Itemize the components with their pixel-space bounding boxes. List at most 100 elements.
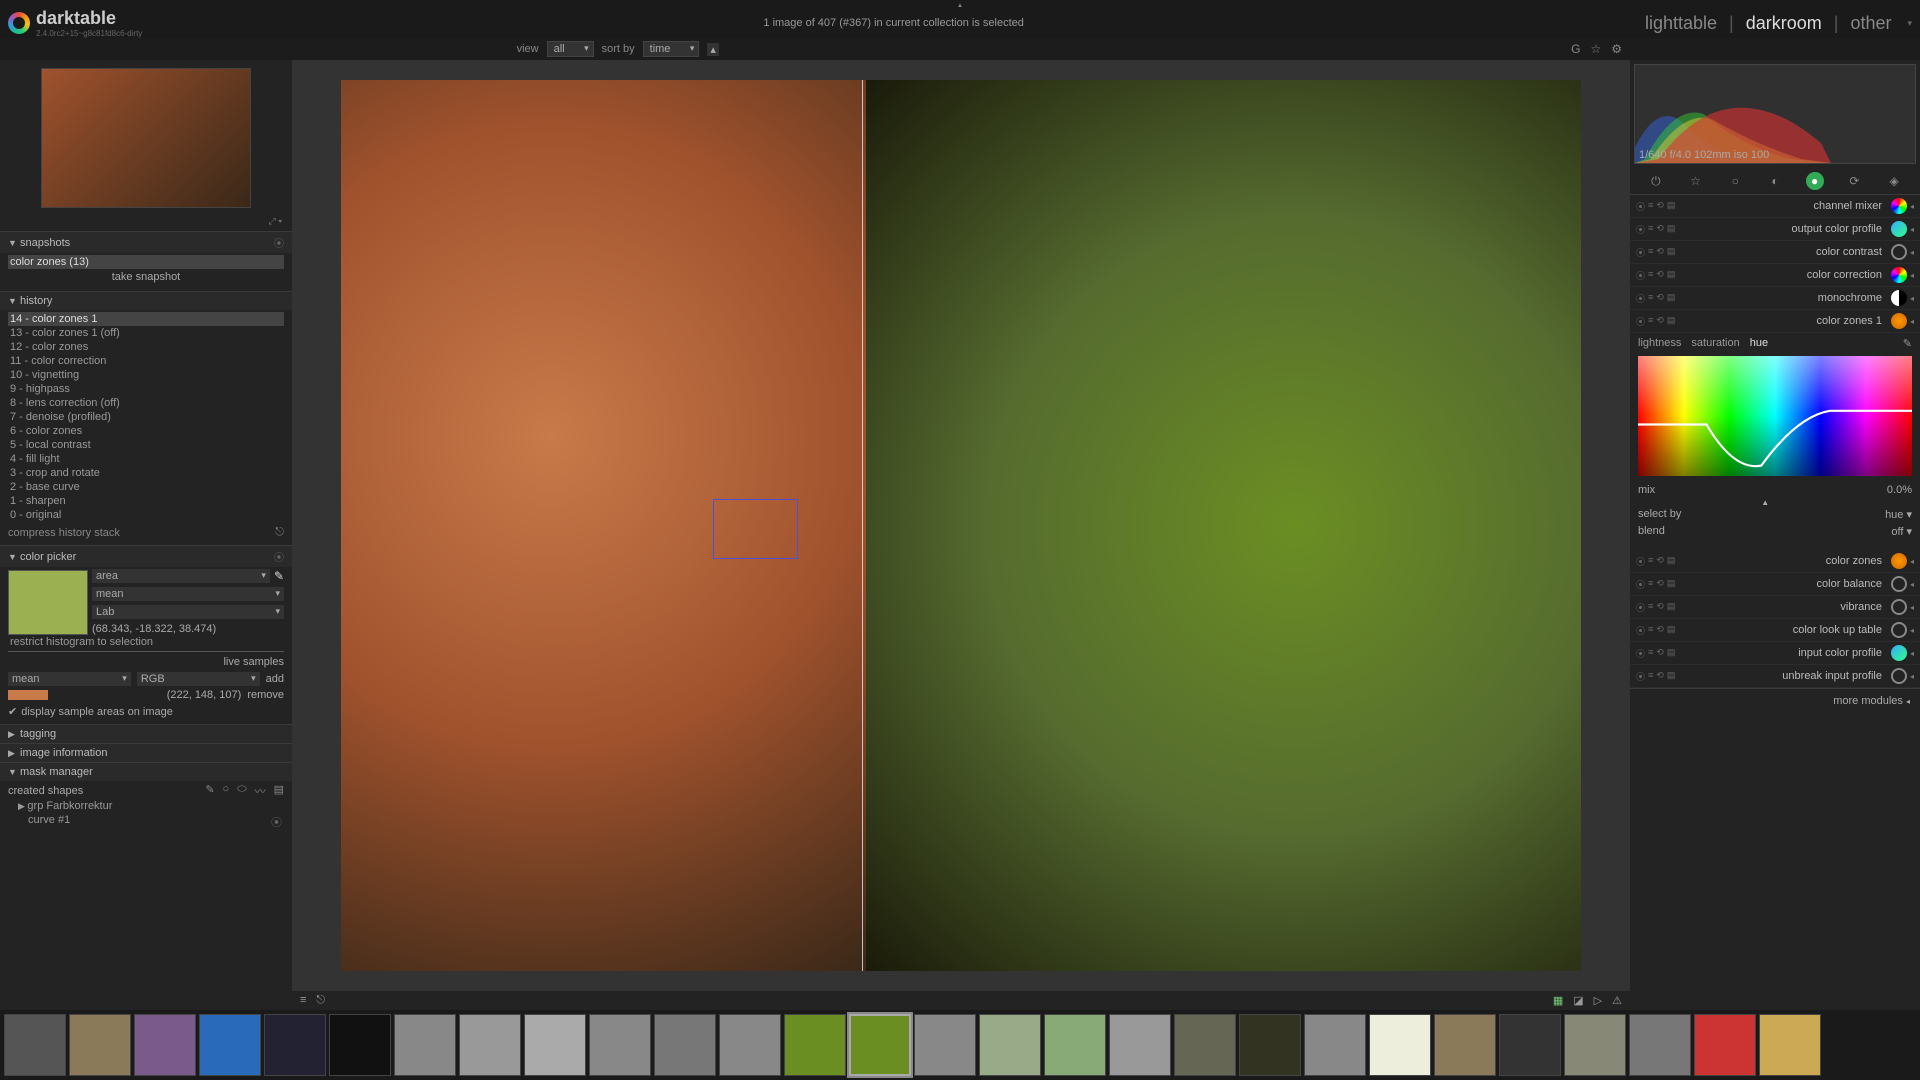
module-preset-icon[interactable]: ▤ (1667, 223, 1676, 236)
module-switch-icon[interactable]: ⦿ (1636, 200, 1645, 213)
history-item[interactable]: 12 - color zones (8, 340, 284, 354)
tab-saturation[interactable]: saturation (1691, 337, 1739, 350)
module-reset-icon[interactable]: ⟲ (1656, 578, 1664, 591)
module-multi-icon[interactable]: ≡ (1648, 578, 1653, 591)
module-switch-icon[interactable]: ⦿ (1636, 601, 1645, 614)
filmstrip-thumb[interactable] (264, 1014, 326, 1076)
picker-space-dropdown[interactable]: Lab (92, 605, 284, 619)
picker-stat-dropdown[interactable]: mean (92, 587, 284, 601)
overexposed-icon[interactable]: ▦ (1553, 994, 1563, 1007)
filmstrip-thumb[interactable] (329, 1014, 391, 1076)
module-multi-icon[interactable]: ≡ (1648, 246, 1653, 259)
history-item[interactable]: 10 - vignetting (8, 368, 284, 382)
module-expand-icon[interactable]: ◂ (1910, 202, 1914, 211)
mask-curve-item[interactable]: curve #1 ⦿ (8, 813, 284, 831)
history-item[interactable]: 1 - sharpen (8, 494, 284, 508)
history-item[interactable]: 14 - color zones 1 (8, 312, 284, 326)
module-expand-icon[interactable]: ◂ (1910, 649, 1914, 658)
filmstrip-thumb[interactable] (524, 1014, 586, 1076)
module-switch-icon[interactable]: ⦿ (1636, 246, 1645, 259)
star-icon[interactable]: ☆ (1590, 42, 1601, 56)
history-item[interactable]: 11 - color correction (8, 354, 284, 368)
filmstrip-thumb[interactable] (654, 1014, 716, 1076)
module-effect-icon[interactable]: ◈ (1885, 172, 1903, 190)
imageinfo-header[interactable]: ▶ image information (0, 744, 292, 762)
module-expand-icon[interactable]: ◂ (1910, 672, 1914, 681)
filmstrip-thumb[interactable] (1109, 1014, 1171, 1076)
checkbox-icon[interactable]: ✔ (8, 705, 17, 718)
module-preset-icon[interactable]: ▤ (1667, 269, 1676, 282)
module-multi-icon[interactable]: ≡ (1648, 555, 1653, 568)
gamut-icon[interactable]: ◪ (1573, 994, 1583, 1007)
color-sample-region[interactable] (713, 499, 798, 559)
warning-icon[interactable]: ⚠ (1612, 994, 1622, 1007)
tab-hue[interactable]: hue (1750, 337, 1768, 350)
view-dropdown[interactable]: all (547, 41, 594, 57)
module-correct-icon[interactable]: ⟳ (1845, 172, 1863, 190)
module-expand-icon[interactable]: ◂ (1910, 271, 1914, 280)
chevron-down-icon[interactable]: ▾ (1907, 18, 1912, 29)
filmstrip[interactable] (0, 1010, 1920, 1080)
history-item[interactable]: 7 - denoise (profiled) (8, 410, 284, 424)
module-unbreak-input-profile[interactable]: ⦿≡⟲▤unbreak input profile◂ (1630, 665, 1920, 688)
module-expand-icon[interactable]: ◂ (1910, 317, 1914, 326)
module-multi-icon[interactable]: ≡ (1648, 200, 1653, 213)
module-multi-icon[interactable]: ≡ (1648, 269, 1653, 282)
module-tone-icon[interactable]: ◐ (1766, 172, 1784, 190)
add-sample-button[interactable]: add (266, 673, 284, 685)
path-icon[interactable]: 〰 (255, 783, 266, 799)
module-color-icon[interactable]: ● (1806, 172, 1824, 190)
module-switch-icon[interactable]: ⦿ (1636, 670, 1645, 683)
sort-dropdown[interactable]: time (643, 41, 700, 57)
filmstrip-thumb[interactable] (394, 1014, 456, 1076)
module-expand-icon[interactable]: ◂ (1910, 294, 1914, 303)
module-switch-icon[interactable]: ⦿ (1636, 578, 1645, 591)
view-lighttable[interactable]: lighttable (1645, 13, 1717, 34)
filmstrip-thumb[interactable] (849, 1014, 911, 1076)
history-item[interactable]: 13 - color zones 1 (off) (8, 326, 284, 340)
module-switch-icon[interactable]: ⦿ (1636, 555, 1645, 568)
module-preset-icon[interactable]: ▤ (1667, 647, 1676, 660)
filmstrip-thumb[interactable] (459, 1014, 521, 1076)
filmstrip-thumb[interactable] (1369, 1014, 1431, 1076)
gamut-check-icon[interactable]: G (1571, 42, 1580, 56)
history-item[interactable]: 5 - local contrast (8, 438, 284, 452)
image-canvas[interactable] (341, 80, 1581, 971)
module-reset-icon[interactable]: ⟲ (1656, 624, 1664, 637)
module-switch-icon[interactable]: ⦿ (1636, 315, 1645, 328)
module-reset-icon[interactable]: ⟲ (1656, 246, 1664, 259)
module-expand-icon[interactable]: ◂ (1910, 626, 1914, 635)
module-multi-icon[interactable]: ≡ (1648, 624, 1653, 637)
view-other[interactable]: other (1850, 13, 1891, 34)
module-multi-icon[interactable]: ≡ (1648, 647, 1653, 660)
filmstrip-thumb[interactable] (979, 1014, 1041, 1076)
module-reset-icon[interactable]: ⟲ (1656, 200, 1664, 213)
eyedropper-icon[interactable]: ✎ (274, 569, 284, 583)
more-modules-button[interactable]: more modules ◂ (1630, 688, 1920, 713)
module-preset-icon[interactable]: ▤ (1667, 601, 1676, 614)
reset-icon[interactable]: ⦿ (271, 814, 282, 830)
ellipse-icon[interactable]: ⬭ (237, 783, 246, 799)
module-output-color-profile[interactable]: ⦿≡⟲▤output color profile◂ (1630, 218, 1920, 241)
blend-dropdown[interactable]: off ▾ (1891, 525, 1912, 538)
module-monochrome[interactable]: ⦿≡⟲▤monochrome◂ (1630, 287, 1920, 310)
remove-sample-button[interactable]: remove (247, 689, 284, 701)
filmstrip-thumb[interactable] (1759, 1014, 1821, 1076)
module-preset-icon[interactable]: ▤ (1667, 670, 1676, 683)
filmstrip-thumb[interactable] (1499, 1014, 1561, 1076)
styles-create-icon[interactable]: ⎋ (275, 526, 284, 539)
sample-stat-dropdown[interactable]: mean (8, 672, 131, 686)
module-power-icon[interactable]: ⏻ (1647, 172, 1665, 190)
module-color-balance[interactable]: ⦿≡⟲▤color balance◂ (1630, 573, 1920, 596)
module-multi-icon[interactable]: ≡ (1648, 315, 1653, 328)
picker-mode-dropdown[interactable]: area (92, 569, 270, 583)
module-reset-icon[interactable]: ⟲ (1656, 555, 1664, 568)
module-color-zones[interactable]: ⦿≡⟲▤color zones◂ (1630, 550, 1920, 573)
pencil-icon[interactable]: ✎ (205, 783, 214, 799)
top-collapse-handle[interactable] (0, 0, 1920, 8)
filmstrip-thumb[interactable] (784, 1014, 846, 1076)
module-multi-icon[interactable]: ≡ (1648, 223, 1653, 236)
history-item[interactable]: 4 - fill light (8, 452, 284, 466)
view-darkroom[interactable]: darkroom (1746, 13, 1822, 34)
filmstrip-thumb[interactable] (1564, 1014, 1626, 1076)
